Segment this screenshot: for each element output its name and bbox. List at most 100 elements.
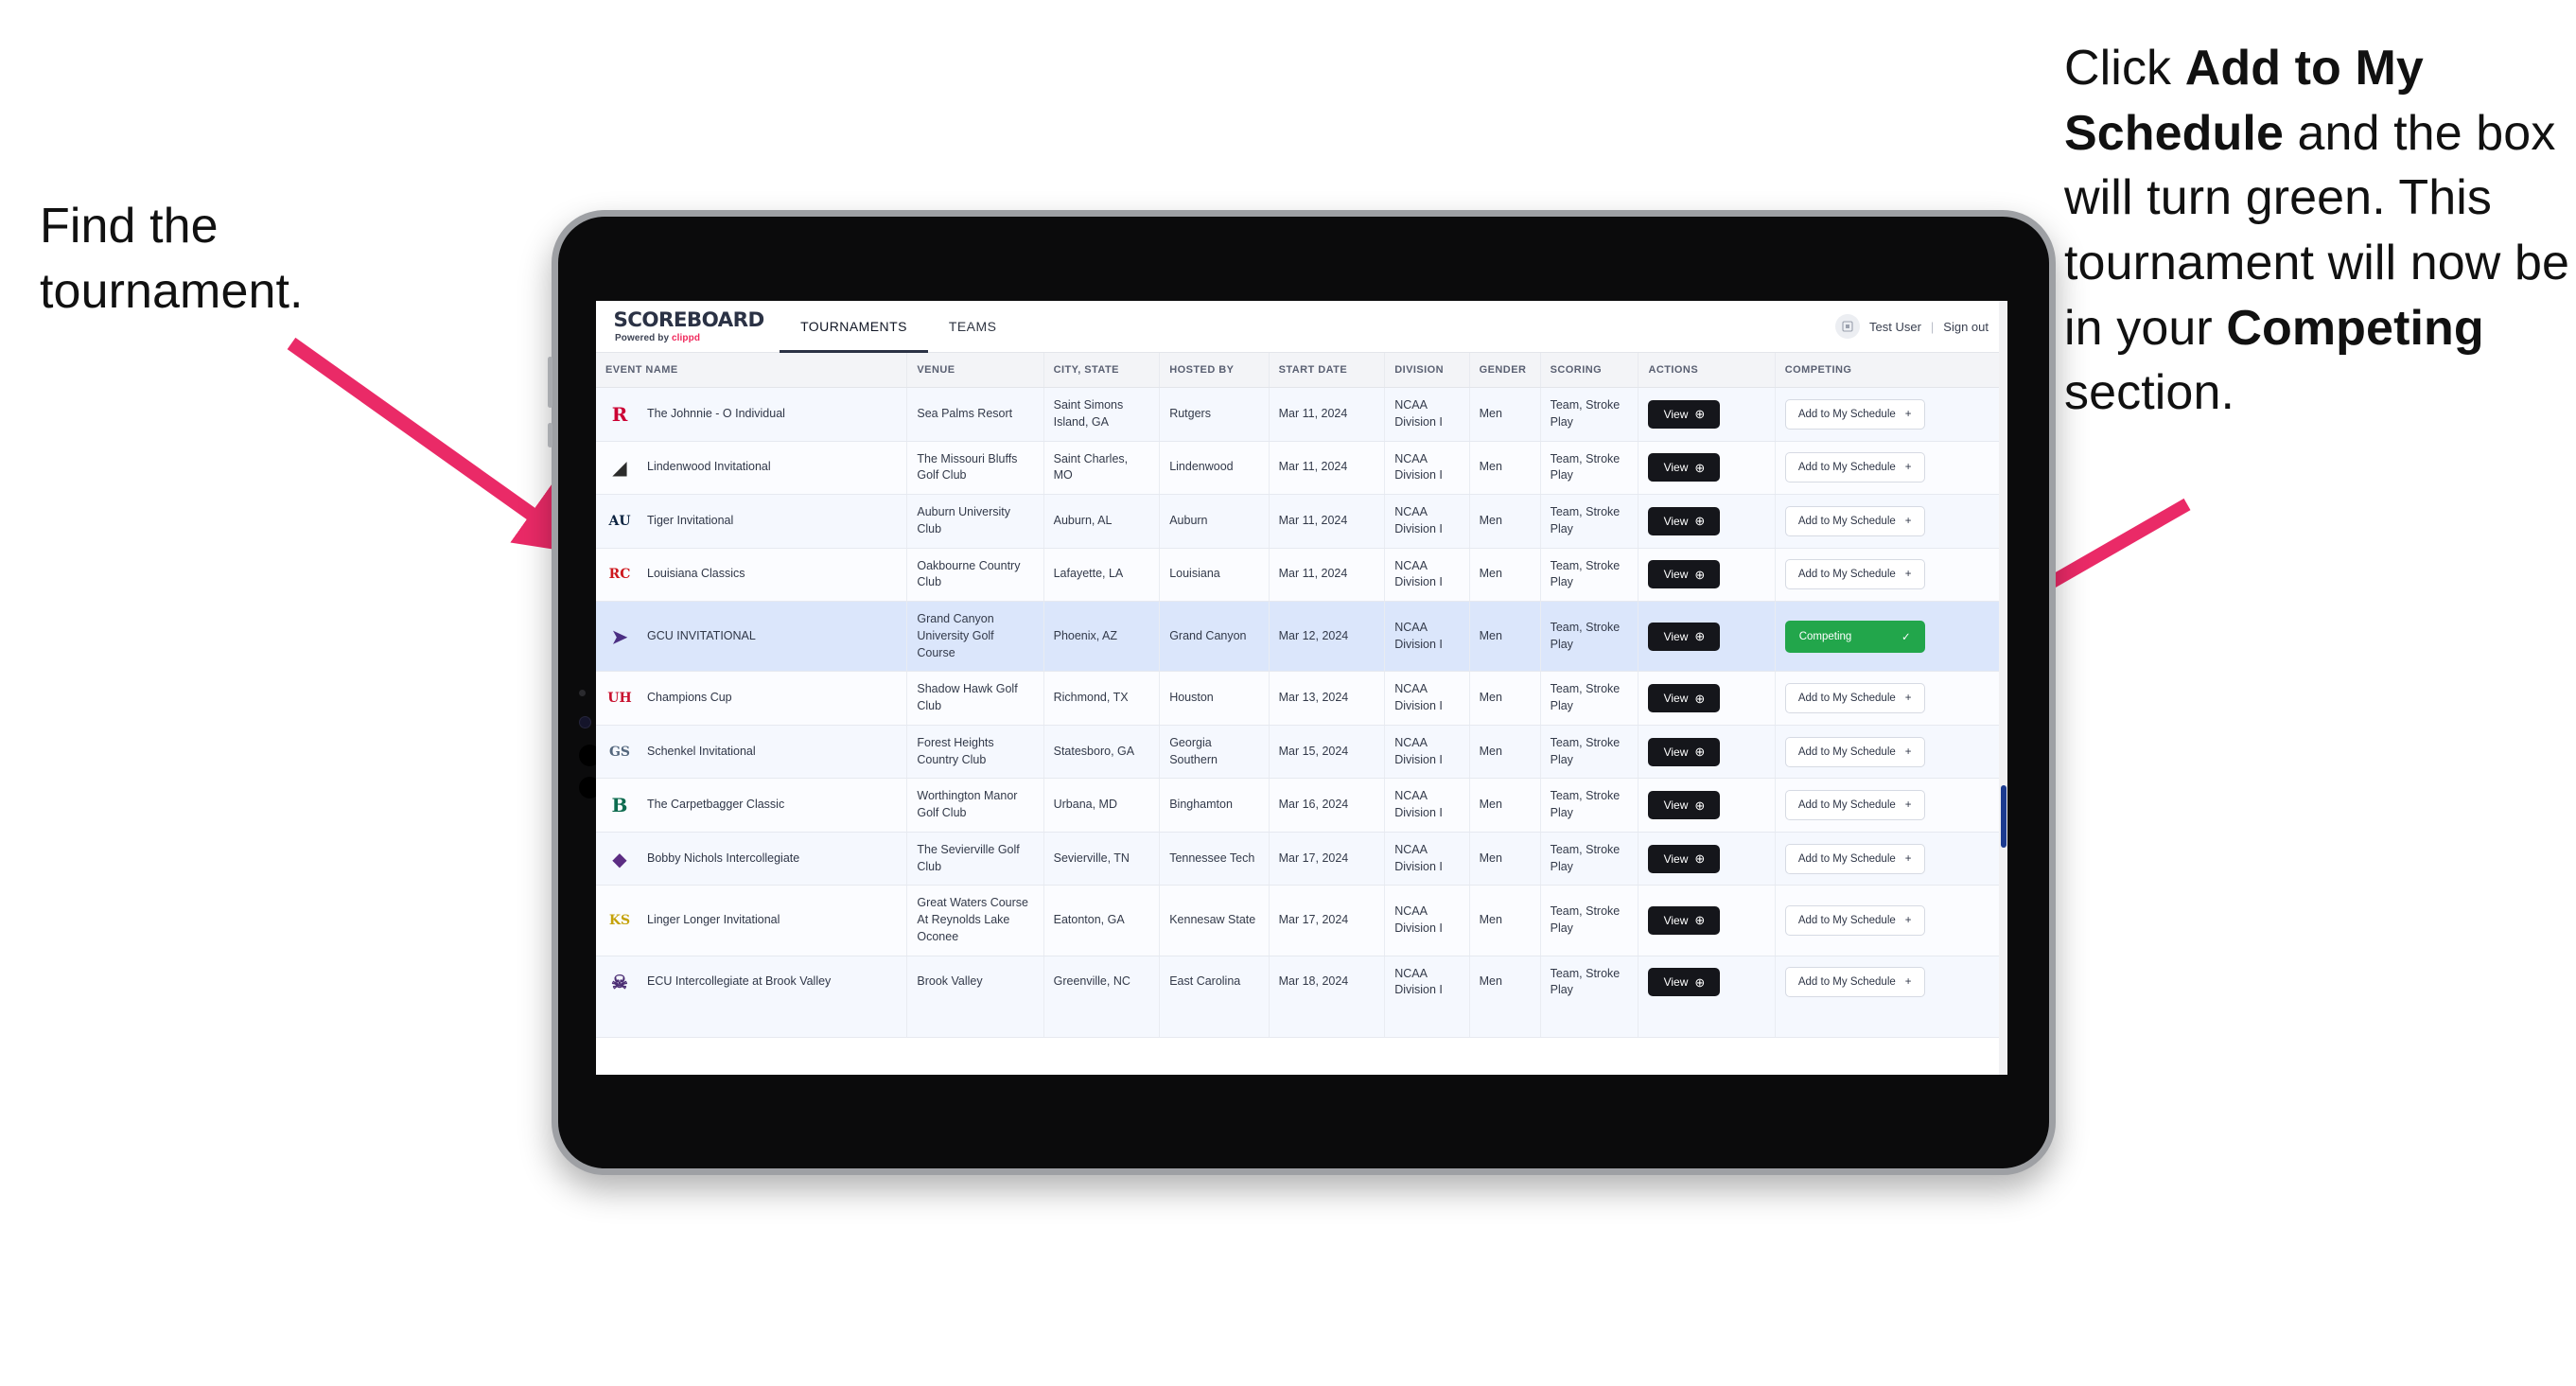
cell-event-name: RC Louisiana Classics (596, 548, 908, 602)
table-row[interactable]: ◆ Bobby Nichols Intercollegiate The Sevier… (596, 832, 2007, 886)
arrow-right-circle-icon: ⊕ (1694, 407, 1706, 422)
cell-actions: View ⊕ (1638, 778, 1776, 833)
cell-city-state: Urbana, MD (1043, 778, 1161, 833)
view-button[interactable]: View ⊕ (1648, 684, 1721, 712)
table-row[interactable]: B The Carpetbagger Classic Worthington Man… (596, 778, 2007, 833)
add-to-my-schedule-button[interactable]: Add to My Schedule + (1784, 398, 1925, 430)
sign-out-link[interactable]: Sign out (1943, 320, 1989, 334)
view-button[interactable]: View ⊕ (1648, 506, 1721, 535)
plus-icon: + (1904, 462, 1912, 474)
add-to-my-schedule-button[interactable]: Add to My Schedule + (1784, 790, 1925, 820)
table-head: EVENT NAME VENUE CITY, STATE HOSTED BY S… (596, 353, 2007, 388)
add-to-my-schedule-button[interactable]: Add to My Schedule + (1784, 452, 1925, 483)
event-name-label: Champions Cup (647, 691, 732, 705)
col-gender[interactable]: GENDER (1469, 353, 1541, 388)
view-button[interactable]: View ⊕ (1648, 560, 1721, 589)
tab-tournaments[interactable]: TOURNAMENTS (780, 301, 928, 353)
view-button[interactable]: View ⊕ (1648, 968, 1721, 997)
col-venue[interactable]: VENUE (906, 353, 1044, 388)
view-button-label: View (1663, 407, 1689, 421)
plus-icon: + (1904, 569, 1912, 581)
brand-logo[interactable]: SCOREBOARD Powered by clippd (596, 301, 780, 352)
cell-division: NCAA Division I (1384, 548, 1470, 602)
view-button[interactable]: View ⊕ (1648, 791, 1721, 819)
cell-venue: Oakbourne Country Club (906, 548, 1044, 602)
cell-division: NCAA Division I (1384, 778, 1470, 833)
col-scoring[interactable]: SCORING (1540, 353, 1639, 388)
cell-start-date: Mar 13, 2024 (1269, 671, 1386, 726)
view-button[interactable]: View ⊕ (1648, 453, 1721, 482)
cell-competing: Add to My Schedule + (1775, 387, 2007, 442)
tournaments-table-wrap: EVENT NAME VENUE CITY, STATE HOSTED BY S… (596, 353, 2007, 1038)
event-name-label: Tiger Invitational (647, 513, 734, 527)
view-button[interactable]: View ⊕ (1648, 905, 1721, 935)
table-row[interactable]: GS Schenkel Invitational Forest Heights Co… (596, 725, 2007, 780)
table-row[interactable]: R The Johnnie - O Individual Sea Palms Res… (596, 387, 2007, 442)
user-avatar[interactable] (1835, 314, 1860, 339)
competing-badge-button[interactable]: Competing ✓ (1784, 620, 1925, 653)
view-button[interactable]: View ⊕ (1648, 622, 1721, 651)
table-row[interactable]: AU Tiger Invitational Auburn University Cl… (596, 494, 2007, 549)
cell-scoring: Team, Stroke Play (1540, 548, 1639, 602)
cell-gender: Men (1469, 494, 1541, 549)
add-to-my-schedule-label: Add to My Schedule (1797, 799, 1896, 811)
view-button[interactable]: View ⊕ (1648, 737, 1721, 766)
view-button[interactable]: View ⊕ (1648, 844, 1721, 873)
grand-canyon-lopes-logo: ➤ (611, 624, 628, 648)
event-name-label: Louisiana Classics (647, 567, 745, 581)
add-to-my-schedule-button[interactable]: Add to My Schedule + (1784, 683, 1925, 713)
cell-city-state: Lafayette, LA (1043, 548, 1161, 602)
tab-teams[interactable]: TEAMS (928, 301, 1017, 352)
table-row[interactable]: KS Linger Longer Invitational Great Waters… (596, 885, 2007, 956)
col-division[interactable]: DIVISION (1384, 353, 1470, 388)
cell-gender: Men (1469, 778, 1541, 833)
binghamton-bearcats-logo: B (611, 794, 628, 816)
add-to-my-schedule-button[interactable]: Add to My Schedule + (1784, 967, 1925, 998)
scrollbar-track[interactable] (1999, 301, 2007, 1075)
cell-hosted-by: Kennesaw State (1159, 885, 1270, 956)
table-row[interactable]: RC Louisiana Classics Oakbourne Country Cl… (596, 548, 2007, 602)
cell-event-name: R The Johnnie - O Individual (596, 387, 908, 442)
cell-division: NCAA Division I (1384, 387, 1470, 442)
col-city-state[interactable]: CITY, STATE (1043, 353, 1161, 388)
cell-competing: Add to My Schedule + (1775, 778, 2007, 833)
scrollbar-thumb[interactable] (2001, 785, 2006, 848)
main-nav: TOURNAMENTS TEAMS (780, 301, 1017, 353)
arrow-right-circle-icon: ⊕ (1694, 629, 1706, 644)
cell-actions: View ⊕ (1638, 725, 1776, 780)
col-event-name[interactable]: EVENT NAME (596, 353, 908, 388)
col-start-date[interactable]: START DATE (1269, 353, 1386, 388)
table-row[interactable]: ➤ GCU INVITATIONAL Grand Canyon University… (596, 601, 2007, 673)
table-body: R The Johnnie - O Individual Sea Palms Res… (596, 387, 2007, 1038)
cell-event-name: AU Tiger Invitational (596, 494, 908, 549)
col-competing[interactable]: COMPETING (1775, 353, 2007, 388)
table-row[interactable]: ☠ ECU Intercollegiate at Brook Valley Broo… (596, 956, 2007, 1038)
add-to-my-schedule-label: Add to My Schedule (1797, 852, 1896, 865)
arrow-right-circle-icon: ⊕ (1694, 798, 1706, 813)
app-header: SCOREBOARD Powered by clippd TOURNAMENTS… (596, 301, 2007, 353)
kennesaw-state-owls-logo: KS (608, 912, 631, 928)
cell-actions: View ⊕ (1638, 548, 1776, 602)
cell-hosted-by: East Carolina (1159, 956, 1270, 1038)
cell-division: NCAA Division I (1384, 601, 1470, 673)
arrow-right-circle-icon: ⊕ (1694, 460, 1706, 475)
cell-city-state: Saint Charles, MO (1043, 441, 1161, 495)
col-actions[interactable]: ACTIONS (1638, 353, 1776, 388)
col-hosted-by[interactable]: HOSTED BY (1159, 353, 1270, 388)
add-to-my-schedule-label: Add to My Schedule (1797, 693, 1896, 704)
view-button[interactable]: View ⊕ (1648, 399, 1721, 429)
add-to-my-schedule-button[interactable]: Add to My Schedule + (1784, 843, 1925, 874)
cell-venue: Sea Palms Resort (906, 387, 1044, 442)
view-button-label: View (1663, 798, 1689, 812)
add-to-my-schedule-button[interactable]: Add to My Schedule + (1784, 736, 1925, 767)
annotation-text: section. (2064, 365, 2235, 421)
cell-division: NCAA Division I (1384, 494, 1470, 549)
add-to-my-schedule-button[interactable]: Add to My Schedule + (1784, 559, 1925, 590)
volume-down-button[interactable] (548, 423, 552, 447)
table-row[interactable]: UH Champions Cup Shadow Hawk Golf Club Rich… (596, 671, 2007, 726)
volume-up-button[interactable] (548, 357, 552, 408)
add-to-my-schedule-button[interactable]: Add to My Schedule + (1784, 904, 1925, 936)
table-row[interactable]: ◢ Lindenwood Invitational The Missouri Blu… (596, 441, 2007, 495)
clippd-name: clippd (672, 332, 701, 343)
add-to-my-schedule-button[interactable]: Add to My Schedule + (1784, 505, 1925, 536)
